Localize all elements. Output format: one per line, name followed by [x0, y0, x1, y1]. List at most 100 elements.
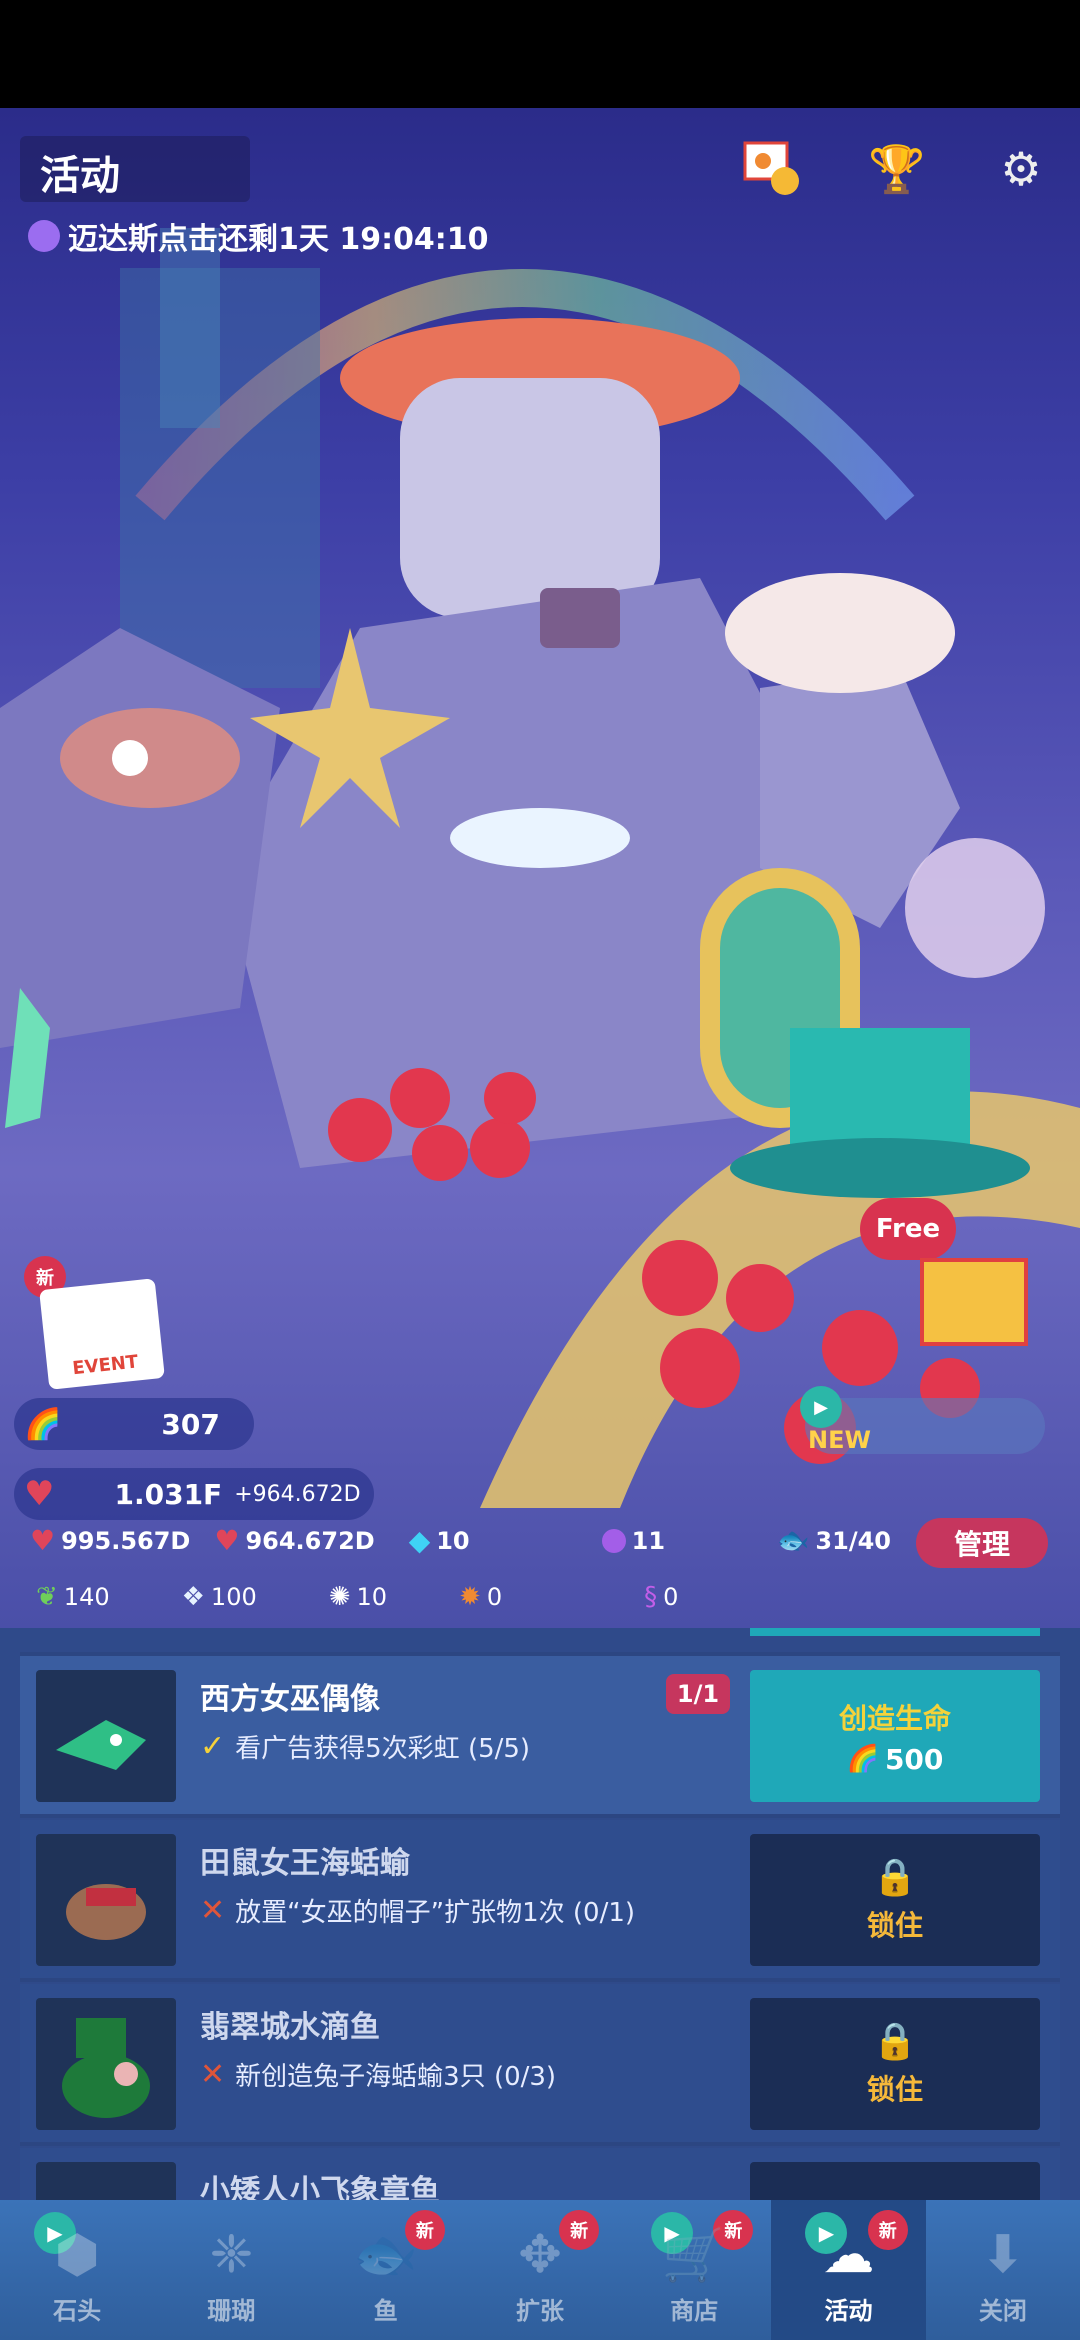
nav-label: 活动: [824, 2297, 873, 2325]
idle-heart-icon: ♥: [214, 1524, 240, 1557]
locked-button[interactable]: 🔒 锁住: [750, 1834, 1040, 1966]
item-title: 翡翠城水滴鱼: [200, 2010, 380, 2045]
resource-row-1: ♥ 995.567D ♥ 964.672D ◆ 10 11 🐟 31/40: [30, 1524, 891, 1557]
nav-fish[interactable]: 新 🐟 鱼: [309, 2200, 463, 2340]
create-label: 创造生命: [838, 1701, 951, 1735]
rainbow-cost-icon: 🌈: [846, 1744, 879, 1774]
nav-expand[interactable]: 新 ✥ 扩张: [463, 2200, 617, 2340]
fish-icon: 🐟: [353, 2225, 419, 2285]
item-count: 1/1: [676, 1680, 720, 1708]
love-rate: +964.672D: [234, 1481, 361, 1507]
crab-count: 0: [486, 1583, 503, 1611]
play-icon[interactable]: ▶: [800, 1386, 842, 1428]
idle-value: ♥ 964.672D: [214, 1524, 374, 1557]
event-calendar-button[interactable]: EVENT: [39, 1278, 165, 1390]
requirement-text: 新创造兔子海蛞蝓3只 (0/3): [235, 2062, 557, 2092]
close-down-icon: ⬇: [981, 2225, 1025, 2285]
list-item: 小矮人小飞象章鱼: [20, 2148, 1060, 2200]
crab-stat: ✹ 0: [459, 1582, 502, 1612]
bottom-nav: ▶ ⬢ 石头 ❈ 珊瑚 新 🐟 鱼 新 ✥ 扩张 ▶ 新 🛒 商店 ▶ 新 ☁ …: [0, 2200, 1080, 2340]
crystal-icon: ❖: [181, 1582, 205, 1612]
status-bar: [0, 0, 1080, 108]
fish-capacity: 🐟 31/40: [777, 1526, 891, 1556]
resource-row-2: ❦ 140 ❖ 100 ✺ 10 ✹ 0 § 0: [36, 1582, 678, 1612]
item-count-badge: 1/1: [666, 1674, 730, 1714]
seaweed-icon: ❦: [36, 1582, 58, 1612]
crystal-count: 100: [210, 1583, 257, 1611]
manage-button[interactable]: 管理: [916, 1518, 1048, 1568]
cross-icon: ✕: [200, 2057, 226, 2092]
rainbow-count: 307: [161, 1407, 220, 1441]
cross-icon: ✕: [200, 1893, 226, 1928]
expand-icon: ✥: [518, 2225, 562, 2285]
new-video-label[interactable]: NEW: [808, 1426, 871, 1454]
requirement-text: 看广告获得5次彩虹 (5/5): [235, 1734, 531, 1764]
new-badge: 新: [867, 2210, 908, 2250]
gems: ◆ 10: [409, 1524, 470, 1557]
nav-shop[interactable]: ▶ 新 🛒 商店: [617, 2200, 771, 2340]
fish-icon: 🐟: [777, 1525, 810, 1556]
pearls: 11: [601, 1527, 665, 1555]
diamond-icon: ◆: [408, 1524, 431, 1557]
gear-icon[interactable]: ⚙: [986, 134, 1056, 204]
create-life-button[interactable]: 创造生命 🌈 500: [750, 1670, 1040, 1802]
crystal-stat: ❖ 100: [182, 1582, 257, 1612]
seahorse-count: 0: [663, 1583, 679, 1611]
witch-idol-thumbnail: [36, 1670, 176, 1802]
lock-icon: 🔒: [872, 1857, 918, 1898]
gift-box-icon[interactable]: [920, 1258, 1028, 1346]
lock-label: 锁住: [866, 1909, 923, 1942]
nav-label: 商店: [670, 2297, 719, 2325]
manage-label: 管理: [953, 1528, 1010, 1561]
rainbow-icon: 🌈: [24, 1406, 62, 1442]
lock-label: 锁住: [866, 2073, 923, 2106]
nav-event[interactable]: ▶ 新 ☁ 活动: [771, 2200, 926, 2340]
nav-coral[interactable]: ❈ 珊瑚: [154, 2200, 308, 2340]
seahorse-stat: § 0: [644, 1582, 678, 1612]
create-cost: 🌈 500: [847, 1743, 944, 1776]
nav-rock[interactable]: ▶ ⬢ 石头: [0, 2200, 154, 2340]
creature-list[interactable]: 西方女巫偶像 1/1 ✓ 看广告获得5次彩虹 (5/5) 创造生命 🌈 500 …: [0, 1628, 1080, 2200]
fish-capacity-text: 31/40: [815, 1526, 891, 1555]
check-icon: ✓: [200, 1729, 226, 1764]
nav-close[interactable]: ⬇ 关闭: [926, 2200, 1080, 2340]
item-requirement: ✓ 看广告获得5次彩虹 (5/5): [200, 1728, 530, 1765]
page-title: 活动: [40, 153, 120, 199]
nav-label: 关闭: [978, 2297, 1027, 2325]
item-requirement: ✕ 放置“女巫的帽子”扩张物1次 (0/1): [200, 1892, 635, 1929]
trophy-icon[interactable]: 🏆: [862, 134, 932, 204]
idle-value-text: 964.672D: [245, 1526, 375, 1555]
new-badge: 新: [559, 2210, 600, 2250]
event-countdown[interactable]: 迈达斯点击还剩1天 19:04:10: [28, 214, 489, 258]
nav-label: 鱼: [373, 2297, 398, 2325]
emerald-blobfish-thumbnail: [36, 1998, 176, 2130]
list-item: 田鼠女王海蛞蝓 ✕ 放置“女巫的帽子”扩张物1次 (0/1) 🔒 锁住: [20, 1820, 1060, 1982]
seaweed-stat: ❦ 140: [36, 1582, 110, 1612]
rainbow-stat: 🌈 307: [14, 1398, 254, 1450]
countdown-text: 迈达斯点击还剩1天 19:04:10: [68, 222, 489, 257]
heart-icon: ♥: [24, 1474, 55, 1514]
free-gift-button[interactable]: Free: [860, 1198, 956, 1260]
shell-stat: ✺ 10: [329, 1582, 387, 1612]
locked-button[interactable]: [750, 2162, 1040, 2200]
item-title: 田鼠女王海蛞蝓: [200, 1846, 410, 1881]
shell-icon: ✺: [328, 1582, 351, 1612]
tap-value-text: 995.567D: [61, 1526, 191, 1555]
list-item: 西方女巫偶像 1/1 ✓ 看广告获得5次彩虹 (5/5) 创造生命 🌈 500: [20, 1656, 1060, 1818]
pearl-icon: [28, 220, 60, 252]
item-requirement: ✕ 新创造兔子海蛞蝓3只 (0/3): [200, 2056, 556, 2093]
prev-button-edge: [750, 1628, 1040, 1636]
lock-icon: 🔒: [872, 2021, 918, 2062]
tap-value: ♥ 995.567D: [30, 1524, 190, 1557]
seahorse-icon: §: [644, 1582, 658, 1612]
rock-icon: ⬢: [54, 2225, 100, 2285]
love-total: 1.031F: [114, 1477, 223, 1511]
list-item: 翡翠城水滴鱼 ✕ 新创造兔子海蛞蝓3只 (0/3) 🔒 锁住: [20, 1984, 1060, 2146]
photo-medal-icon[interactable]: [736, 134, 806, 204]
requirement-text: 放置“女巫的帽子”扩张物1次 (0/1): [235, 1898, 636, 1928]
crab-icon: ✹: [459, 1582, 481, 1612]
cart-icon: 🛒: [661, 2225, 727, 2285]
aquarium-scene[interactable]: 活动 迈达斯点击还剩1天 19:04:10 🏆 ⚙ 新 EVENT Free ▶…: [0, 108, 1080, 1628]
locked-button[interactable]: 🔒 锁住: [750, 1998, 1040, 2130]
item-title: 西方女巫偶像: [200, 1682, 380, 1717]
